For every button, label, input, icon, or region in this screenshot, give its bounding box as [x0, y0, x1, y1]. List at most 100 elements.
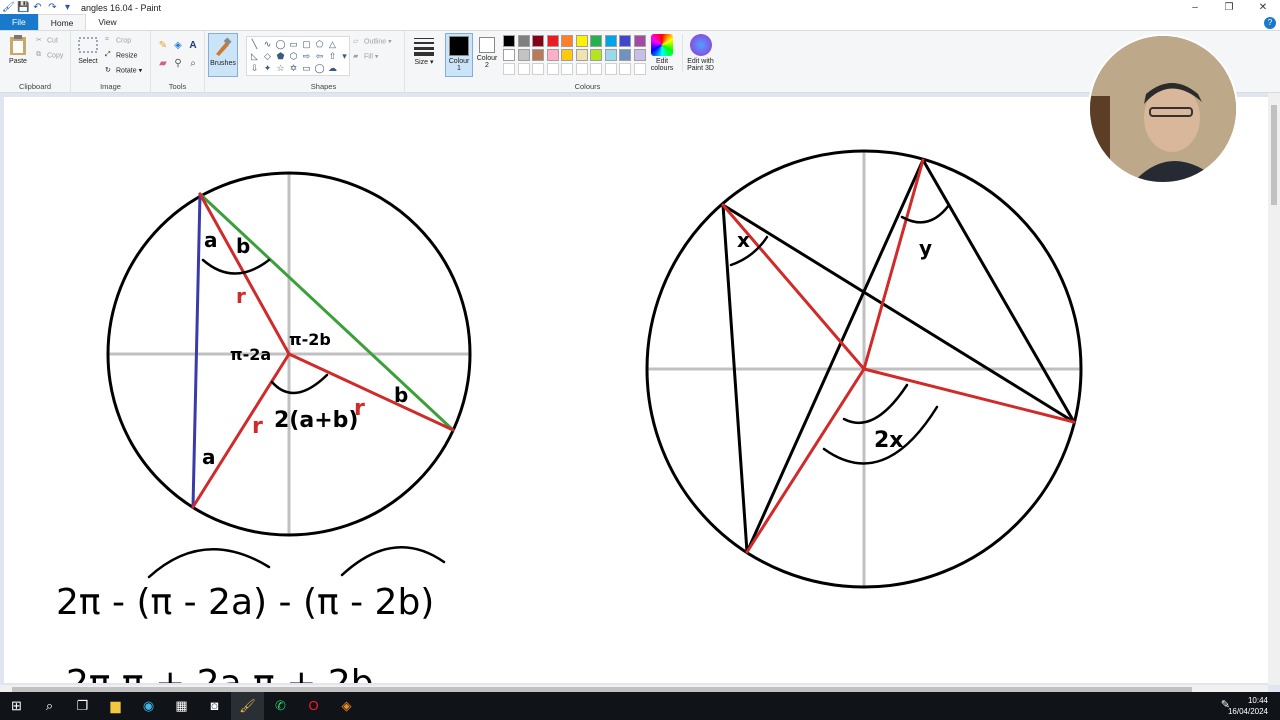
star4-shape-icon[interactable]: ✦ — [262, 63, 273, 73]
diamond-shape-icon[interactable]: ◇ — [262, 51, 273, 61]
search-icon[interactable]: ⌕ — [33, 692, 66, 720]
colour-picker-icon[interactable]: ⚲ — [172, 58, 184, 70]
cloud-shape-icon[interactable]: ☁ — [327, 63, 338, 73]
vertical-scrollbar[interactable] — [1268, 93, 1280, 685]
rounded-rect-shape-icon[interactable]: ▢ — [301, 39, 312, 49]
crop-button[interactable]: ⌗ Crop — [105, 36, 131, 45]
recorder-icon[interactable]: ◈ — [330, 692, 363, 720]
outline-button[interactable]: ▱ Outline ▾ — [353, 37, 392, 46]
palette-swatch[interactable] — [503, 49, 515, 61]
palette-swatch[interactable] — [517, 49, 530, 61]
palette-custom-slot[interactable] — [619, 63, 631, 75]
cut-button[interactable]: ✂ Cut — [36, 36, 58, 45]
fill-bucket-icon[interactable]: ◈ — [172, 40, 184, 52]
tab-view[interactable]: View — [86, 14, 128, 30]
palette-custom-slot[interactable] — [546, 63, 559, 75]
start-icon[interactable]: ⊞ — [0, 692, 33, 720]
palette-custom-slot[interactable] — [517, 63, 530, 75]
shapes-gallery[interactable]: ╲ ∿ ◯ ▭ ▢ ⬠ △ ◺ ◇ ⬟ ⬡ ⇨ ⇦ ⇧ ⇩ ✦ ☆ ✡ ▭ ◯ … — [246, 36, 350, 76]
edge-icon[interactable]: ◉ — [132, 692, 165, 720]
arrow-left-shape-icon[interactable]: ⇦ — [314, 51, 325, 61]
palette-swatch[interactable] — [546, 49, 559, 61]
save-icon[interactable]: 💾 — [17, 2, 29, 13]
gallery-scroll-icon[interactable]: ▾ — [339, 51, 350, 61]
palette-swatch[interactable] — [619, 35, 631, 47]
resize-button[interactable]: ⤢ Resize — [105, 51, 137, 60]
line-shape-icon[interactable]: ╲ — [249, 39, 260, 49]
palette-custom-slot[interactable] — [561, 63, 573, 75]
undo-icon[interactable]: ↶ — [32, 2, 43, 13]
drawing-canvas[interactable]: a b r π-2a π-2b r 2(a+b) r b a x y 2x 2π… — [4, 97, 1268, 683]
palette-swatch[interactable] — [604, 35, 617, 47]
palette-swatch[interactable] — [546, 35, 559, 47]
polygon-shape-icon[interactable]: ⬠ — [314, 39, 325, 49]
arrow-down-shape-icon[interactable]: ⇩ — [249, 63, 260, 73]
camera-icon[interactable]: ◙ — [198, 692, 231, 720]
star6-shape-icon[interactable]: ✡ — [288, 63, 299, 73]
palette-custom-slot[interactable] — [532, 63, 544, 75]
palette-swatch[interactable] — [633, 49, 646, 61]
palette-custom-slot[interactable] — [503, 63, 515, 75]
arrow-right-shape-icon[interactable]: ⇨ — [301, 51, 312, 61]
magnifier-icon[interactable]: ⌕ — [187, 58, 199, 70]
maximize-button[interactable]: ❐ — [1212, 0, 1246, 15]
pentagon-shape-icon[interactable]: ⬟ — [275, 51, 286, 61]
tab-file[interactable]: File — [0, 14, 38, 30]
edit-colours-button[interactable]: Edit colours — [648, 34, 676, 72]
triangle-shape-icon[interactable]: △ — [327, 39, 338, 49]
text-tool-icon[interactable]: A — [187, 40, 199, 52]
brushes-button[interactable]: Brushes — [208, 33, 238, 77]
palette-swatch[interactable] — [590, 35, 602, 47]
palette-swatch[interactable] — [561, 35, 573, 47]
palette-swatch[interactable] — [517, 35, 530, 47]
oval-shape-icon[interactable]: ◯ — [275, 39, 286, 49]
task-view-icon[interactable]: ❐ — [66, 692, 99, 720]
rectangle-shape-icon[interactable]: ▭ — [288, 39, 299, 49]
clock[interactable]: 10:44 16/04/2024 — [1228, 695, 1268, 717]
right-triangle-shape-icon[interactable]: ◺ — [249, 51, 260, 61]
colour1-button[interactable]: Colour 1 — [445, 33, 473, 77]
minimize-button[interactable]: – — [1178, 0, 1212, 15]
palette-custom-slot[interactable] — [590, 63, 602, 75]
select-button[interactable]: Select — [73, 34, 103, 65]
file-explorer-icon[interactable]: ▆ — [99, 692, 132, 720]
paste-button[interactable]: Paste — [3, 34, 33, 65]
fill-button[interactable]: ▰ Fill ▾ — [353, 52, 378, 61]
pencil-icon[interactable]: ✎ — [157, 40, 169, 52]
redo-icon[interactable]: ↷ — [47, 2, 58, 13]
size-button[interactable]: Size ▾ — [409, 34, 439, 66]
colour2-button[interactable]: Colour 2 — [474, 35, 500, 69]
palette-swatch[interactable] — [604, 49, 617, 61]
edit-paint3d-button[interactable]: Edit with Paint 3D — [682, 34, 718, 72]
rotate-button[interactable]: ↻ Rotate ▾ — [105, 66, 142, 75]
help-icon[interactable]: ? — [1264, 17, 1276, 29]
palette-swatch[interactable] — [561, 49, 573, 61]
calculator-icon[interactable]: ▦ — [165, 692, 198, 720]
palette-custom-slot[interactable] — [604, 63, 617, 75]
arrow-up-shape-icon[interactable]: ⇧ — [327, 51, 338, 61]
palette-swatch[interactable] — [590, 49, 602, 61]
palette-swatch[interactable] — [532, 49, 544, 61]
palette-swatch[interactable] — [575, 35, 588, 47]
vertical-scroll-thumb[interactable] — [1271, 105, 1277, 205]
hexagon-shape-icon[interactable]: ⬡ — [288, 51, 299, 61]
palette-custom-slot[interactable] — [633, 63, 646, 75]
customize-qat-icon[interactable]: ▾ — [62, 2, 73, 13]
callout-oval-shape-icon[interactable]: ◯ — [314, 63, 325, 73]
opera-icon[interactable]: O — [297, 692, 330, 720]
paint-taskbar-icon[interactable]: 🖌 — [231, 692, 264, 720]
palette-swatch[interactable] — [575, 49, 588, 61]
palette-swatch[interactable] — [619, 49, 631, 61]
star5-shape-icon[interactable]: ☆ — [275, 63, 286, 73]
palette-swatch[interactable] — [532, 35, 544, 47]
whatsapp-icon[interactable]: ✆ — [264, 692, 297, 720]
callout-rect-shape-icon[interactable]: ▭ — [301, 63, 312, 73]
palette-swatch[interactable] — [633, 35, 646, 47]
tab-home[interactable]: Home — [37, 14, 87, 30]
copy-button[interactable]: ⧉ Copy — [36, 51, 63, 60]
palette-custom-slot[interactable] — [575, 63, 588, 75]
eraser-icon[interactable]: ▰ — [157, 58, 169, 70]
palette-swatch[interactable] — [503, 35, 515, 47]
close-button[interactable]: ✕ — [1246, 0, 1280, 15]
curve-shape-icon[interactable]: ∿ — [262, 39, 273, 49]
